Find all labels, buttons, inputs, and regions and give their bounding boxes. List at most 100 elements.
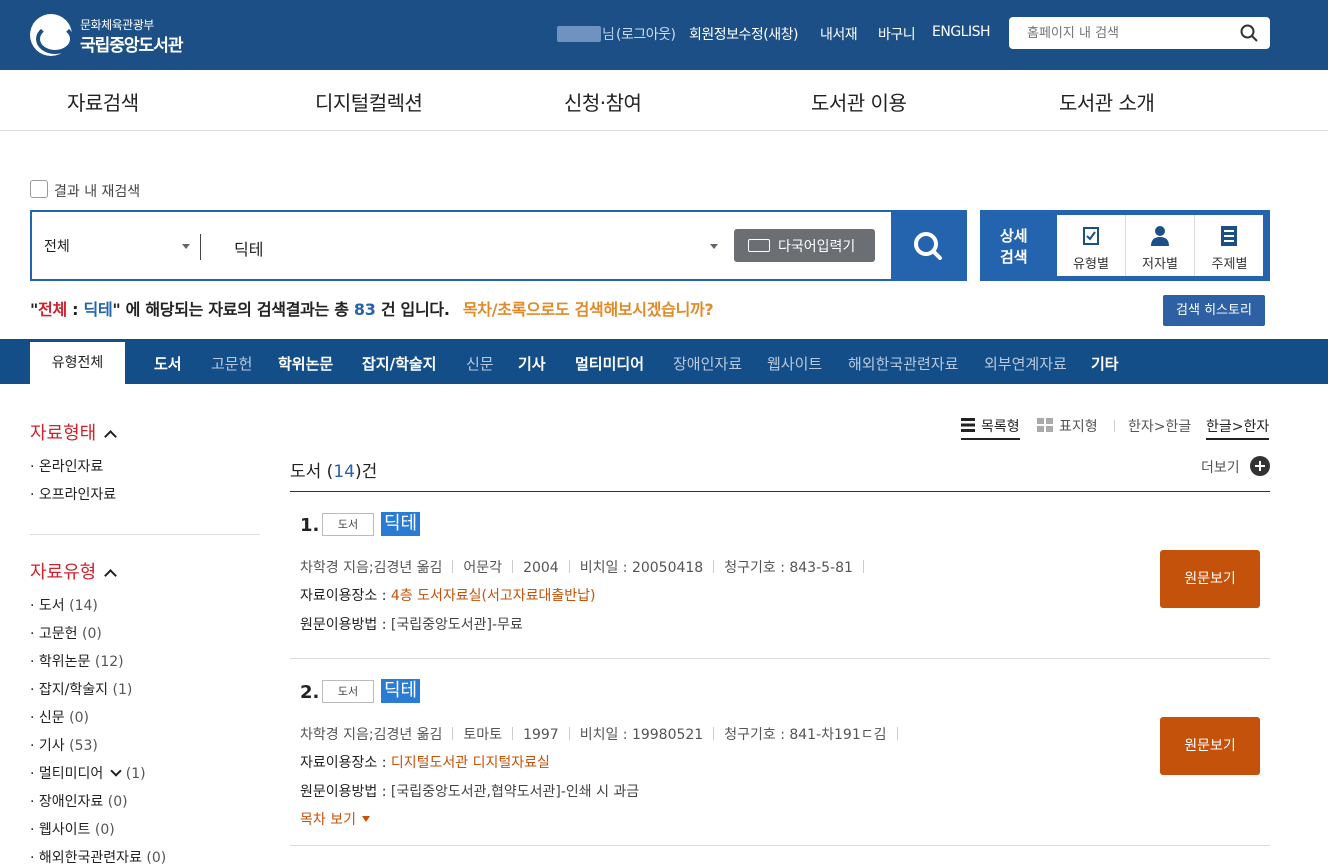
access-label: 원문이용방법 : <box>300 784 391 800</box>
hanja-to-hangul-toggle[interactable]: 한자>한글 <box>1128 416 1191 436</box>
gnb-item-usage[interactable]: 도서관 이용 <box>811 87 907 116</box>
site-search-input[interactable] <box>1027 23 1227 43</box>
result-title-link[interactable]: 딕테 <box>381 679 421 703</box>
tab-newspaper[interactable]: 신문 <box>466 353 494 374</box>
toc-toggle[interactable]: 목차 보기 <box>300 809 370 829</box>
chevron-up-icon <box>104 430 118 443</box>
tab-all[interactable]: 유형전체 <box>30 342 125 384</box>
search-scope-select[interactable]: 전체 <box>44 236 70 256</box>
facet-type-accessible[interactable]: · 장애인자료 (0) <box>30 791 128 811</box>
my-library-link[interactable]: 내서재 <box>820 24 858 44</box>
section-title-prefix: 도서 ( <box>290 462 334 482</box>
result-mid-text: " 에 해당되는 자료의 검색결과는 총 <box>112 300 354 319</box>
location-label: 자료이용장소 : <box>300 588 391 604</box>
result-publisher: 토마토 <box>463 727 503 743</box>
location-link[interactable]: 4층 도서자료실(서고자료대출반납) <box>391 588 596 604</box>
advanced-search-label: 상세 검색 <box>1000 227 1028 266</box>
result-access: 원문이용방법 : [국립중앙도서관,협약도서관]-인쇄 시 과금 <box>300 781 639 801</box>
facet-item-count: (0) <box>94 822 115 838</box>
gnb-item-digital[interactable]: 디지털컬렉션 <box>315 87 423 116</box>
tab-multimedia[interactable]: 멀티미디어 <box>575 353 644 374</box>
global-nav: 자료검색 디지털컬렉션 신청·참여 도서관 이용 도서관 소개 <box>0 70 1328 131</box>
result-author: 차학경 지음;김경년 옮김 <box>300 560 443 576</box>
result-title-link[interactable]: 딕테 <box>381 512 421 536</box>
section-divider <box>290 491 1270 492</box>
facet-type-journals[interactable]: · 잡지/학술지 (1) <box>30 679 132 699</box>
facet-item-offline[interactable]: · 오프라인자료 <box>30 484 116 504</box>
tab-external[interactable]: 외부연계자료 <box>984 353 1067 374</box>
facet-type-newspaper[interactable]: · 신문 (0) <box>30 707 89 727</box>
facet-item-label: 학위논문 <box>38 654 91 670</box>
result-divider <box>290 845 1270 846</box>
chevron-down-icon[interactable] <box>110 765 122 777</box>
result-colon: : <box>66 300 84 319</box>
facet-type-thesis[interactable]: · 학위논문 (12) <box>30 651 124 671</box>
advanced-by-subject[interactable]: 주제별 <box>1195 215 1264 276</box>
plus-circle-icon[interactable] <box>1250 456 1270 476</box>
gnb-item-search[interactable]: 자료검색 <box>67 87 139 116</box>
facet-item-count: (12) <box>94 654 124 670</box>
location-label: 자료이용장소 : <box>300 755 391 771</box>
search-divider <box>200 234 201 260</box>
toc-search-suggest-link[interactable]: 목차/초록으로도 검색해보시겠습니까? <box>463 300 714 319</box>
scope-caret-icon[interactable] <box>182 244 190 249</box>
advanced-by-type-label: 유형별 <box>1073 257 1109 272</box>
tab-accessible[interactable]: 장애인자료 <box>673 353 742 374</box>
logout-link[interactable]: (로그아웃) <box>616 24 676 44</box>
query-history-caret-icon[interactable] <box>710 244 718 249</box>
member-edit-link[interactable]: 회원정보수정(새창) <box>689 24 798 44</box>
result-number: 2. <box>300 682 320 703</box>
logo-title[interactable]: 국립중앙도서관 <box>80 31 183 56</box>
facet-type-websites[interactable]: · 웹사이트 (0) <box>30 819 115 839</box>
view-original-button[interactable]: 원문보기 <box>1160 550 1260 608</box>
logo-emblem-icon[interactable] <box>30 14 74 56</box>
location-link[interactable]: 디지털도서관 디지털자료실 <box>391 755 550 771</box>
facet-type-header[interactable]: 자료유형 <box>30 558 118 584</box>
facet-form-title: 자료형태 <box>30 423 97 444</box>
advanced-by-type[interactable]: 유형별 <box>1057 215 1126 276</box>
english-link[interactable]: ENGLISH <box>932 24 991 40</box>
section-title: 도서 (14)건 <box>290 457 377 482</box>
view-cover-toggle[interactable]: 표지형 <box>1059 416 1098 436</box>
search-query-input[interactable]: 딕테 <box>234 236 263 260</box>
tab-etc[interactable]: 기타 <box>1091 353 1119 374</box>
result-author: 차학경 지음;김경년 옮김 <box>300 727 443 743</box>
facet-form-header[interactable]: 자료형태 <box>30 419 118 445</box>
facet-type-books[interactable]: · 도서 (14) <box>30 595 98 615</box>
more-link[interactable]: 더보기 <box>1201 457 1240 477</box>
gnb-item-about[interactable]: 도서관 소개 <box>1059 87 1155 116</box>
facet-item-count: (1) <box>125 766 146 782</box>
search-icon[interactable] <box>1240 24 1258 42</box>
result-year: 2004 <box>523 560 559 576</box>
tab-books[interactable]: 도서 <box>154 353 182 374</box>
tab-old-books[interactable]: 고문헌 <box>211 353 252 374</box>
hangul-to-hanja-toggle[interactable]: 한글>한자 <box>1206 416 1270 440</box>
facet-type-old-books[interactable]: · 고문헌 (0) <box>30 623 102 643</box>
quote-open: " <box>30 300 39 319</box>
tab-journals[interactable]: 잡지/학술지 <box>362 353 436 374</box>
gnb-item-apply[interactable]: 신청·참여 <box>564 87 642 116</box>
facet-item-label: 신문 <box>38 710 65 726</box>
view-original-button[interactable]: 원문보기 <box>1160 717 1260 775</box>
tab-overseas-korea[interactable]: 해외한국관련자료 <box>848 353 958 374</box>
search-history-button[interactable]: 검색 히스토리 <box>1163 295 1265 326</box>
top-header: 문화체육관광부 국립중앙도서관 님 (로그아웃) 회원정보수정(새창) 내서재 … <box>0 0 1328 70</box>
tab-articles[interactable]: 기사 <box>518 353 546 374</box>
multilang-label: 다국어입력기 <box>778 239 856 255</box>
facet-type-multimedia[interactable]: · 멀티미디어 (1) <box>30 763 146 783</box>
facet-type-articles[interactable]: · 기사 (53) <box>30 735 98 755</box>
facet-item-count: (0) <box>146 850 167 866</box>
facet-type-overseas-korea[interactable]: · 해외한국관련자료 (0) <box>30 847 166 867</box>
cart-link[interactable]: 바구니 <box>878 24 916 44</box>
rescan-checkbox[interactable] <box>30 180 48 198</box>
tab-thesis[interactable]: 학위논문 <box>278 353 333 374</box>
tab-websites[interactable]: 웹사이트 <box>767 353 822 374</box>
facet-item-online[interactable]: · 온라인자료 <box>30 456 103 476</box>
multilang-input-button[interactable]: 다국어입력기 <box>734 229 875 262</box>
result-tail-text: 건 입니다. <box>375 300 450 319</box>
advanced-by-author[interactable]: 저자별 <box>1126 215 1195 276</box>
view-list-toggle[interactable]: 목록형 <box>961 416 1020 440</box>
search-submit-button[interactable] <box>891 210 967 281</box>
advanced-search-panel: 상세 검색 유형별 저자별 주제별 <box>980 210 1270 281</box>
rescan-label[interactable]: 결과 내 재검색 <box>54 181 140 201</box>
